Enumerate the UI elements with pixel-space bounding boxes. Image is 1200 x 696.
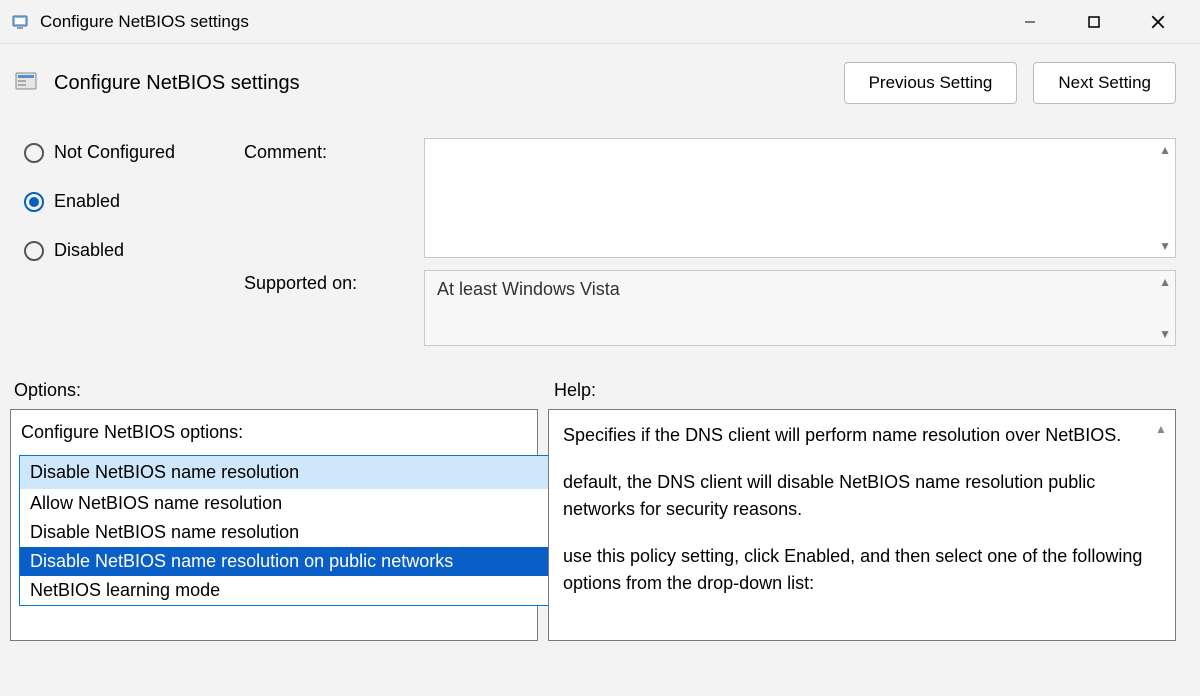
options-pane: Configure NetBIOS options: Disable NetBI… [10, 409, 538, 641]
scroll-up-icon[interactable]: ▲ [1159, 143, 1171, 157]
supported-on-field: At least Windows Vista ▲ ▼ [424, 270, 1176, 346]
help-pane: Specifies if the DNS client will perform… [548, 409, 1176, 641]
comment-label: Comment: [244, 142, 414, 163]
radio-icon [24, 241, 44, 261]
netbios-options-dropdown[interactable]: Disable NetBIOS name resolution Allow Ne… [19, 455, 579, 606]
app-icon [10, 11, 32, 33]
policy-icon [14, 69, 42, 97]
previous-setting-button[interactable]: Previous Setting [844, 62, 1018, 104]
radio-label: Enabled [54, 191, 120, 212]
scroll-up-icon[interactable]: ▲ [1155, 420, 1171, 438]
minimize-button[interactable] [1008, 6, 1052, 38]
dropdown-item[interactable]: Disable NetBIOS name resolution [20, 518, 578, 547]
help-scrollbar[interactable]: ▲ [1155, 420, 1171, 630]
supported-on-label: Supported on: [244, 273, 414, 294]
radio-label: Not Configured [54, 142, 175, 163]
radio-label: Disabled [54, 240, 124, 261]
help-paragraph: Specifies if the DNS client will perform… [563, 422, 1149, 449]
radio-enabled[interactable]: Enabled [24, 191, 234, 212]
configure-netbios-options-label: Configure NetBIOS options: [19, 422, 533, 443]
dropdown-item[interactable]: Disable NetBIOS name resolution on publi… [20, 547, 578, 576]
close-button[interactable] [1136, 6, 1180, 38]
state-radio-group: Not Configured Enabled Disabled [24, 138, 234, 261]
scroll-up-icon[interactable]: ▲ [1159, 275, 1171, 289]
header: Configure NetBIOS settings Previous Sett… [0, 44, 1200, 110]
supported-on-value: At least Windows Vista [425, 271, 1175, 308]
comment-textarea[interactable]: ▲ ▼ [424, 138, 1176, 258]
radio-not-configured[interactable]: Not Configured [24, 142, 234, 163]
help-paragraph: default, the DNS client will disable Net… [563, 469, 1149, 523]
dropdown-selected[interactable]: Disable NetBIOS name resolution [20, 456, 578, 489]
next-setting-button[interactable]: Next Setting [1033, 62, 1176, 104]
radio-disabled[interactable]: Disabled [24, 240, 234, 261]
scroll-down-icon[interactable]: ▼ [1159, 327, 1171, 341]
help-label: Help: [554, 380, 1176, 401]
radio-icon [24, 143, 44, 163]
window-title: Configure NetBIOS settings [40, 12, 1008, 32]
dropdown-item[interactable]: Allow NetBIOS name resolution [20, 489, 578, 518]
page-title: Configure NetBIOS settings [54, 72, 844, 95]
maximize-button[interactable] [1072, 6, 1116, 38]
dropdown-item[interactable]: NetBIOS learning mode [20, 576, 578, 605]
radio-icon [24, 192, 44, 212]
scroll-down-icon[interactable]: ▼ [1159, 239, 1171, 253]
titlebar: Configure NetBIOS settings [0, 0, 1200, 44]
help-paragraph: use this policy setting, click Enabled, … [563, 543, 1149, 597]
window-controls [1008, 6, 1180, 38]
options-label: Options: [14, 380, 554, 401]
